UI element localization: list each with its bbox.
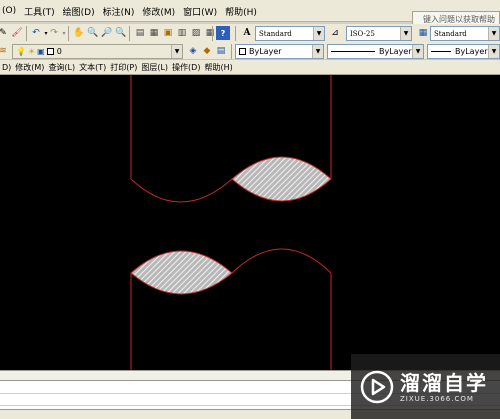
toolbar-separator: [212, 26, 213, 41]
menu-item-view[interactable]: (O): [0, 6, 20, 16]
dim-style-value: ISO-25: [350, 29, 375, 38]
menu2-item-operation[interactable]: 操作(D): [170, 62, 202, 73]
chevron-down-icon[interactable]: ▼: [313, 27, 324, 40]
brush-icon[interactable]: ✎: [0, 26, 10, 40]
text-style-select[interactable]: Standard ▼: [255, 26, 325, 41]
color-swatch-icon: [46, 48, 54, 55]
tool-palettes-icon[interactable]: ▣: [161, 26, 175, 40]
menu-item-window[interactable]: 窗口(W): [179, 5, 221, 18]
sun-icon: ☀: [27, 47, 36, 56]
menu-item-modify[interactable]: 修改(M): [138, 5, 179, 18]
menu-item-tools[interactable]: 工具(T): [20, 5, 59, 18]
lineweight-preview: [431, 51, 451, 52]
menu-item-help[interactable]: 帮助(H): [221, 5, 261, 18]
text-style-icon[interactable]: A: [240, 26, 254, 40]
standard-toolbar: ✎ 🖌 ↶ ▾ ↷ ▾ ✋ 🔍 🔎 🔍 ▤ ▦ ▣ ▥ ▨ ▦ ? A Stan…: [0, 24, 500, 43]
layer-select[interactable]: 💡 ☀ ▣ 0 ▼: [12, 44, 183, 59]
table-style-value: Standard: [434, 29, 467, 38]
menu-item-dimension[interactable]: 标注(N): [99, 5, 139, 18]
lineweight-select[interactable]: ByLayer ▼: [427, 44, 500, 59]
drawing-svg: [130, 75, 332, 370]
menu2-item-inquiry[interactable]: 查询(L): [46, 62, 77, 73]
text-style-value: Standard: [259, 29, 292, 38]
watermark-title: 溜溜自学: [400, 370, 488, 395]
table-style-icon[interactable]: ▦: [416, 26, 430, 40]
chevron-down-icon[interactable]: ▼: [488, 27, 499, 40]
lineweight-value: ByLayer: [455, 47, 488, 56]
menu2-item-draw[interactable]: D): [0, 63, 13, 72]
play-logo-icon: [360, 370, 394, 403]
zoom-window-icon[interactable]: 🔎: [100, 26, 114, 40]
menu2-item-modify[interactable]: 修改(M): [13, 62, 46, 73]
main-menubar: (O) 工具(T) 绘图(D) 标注(N) 修改(M) 窗口(W) 帮助(H) …: [0, 0, 500, 27]
chevron-down-icon[interactable]: ▼: [312, 45, 323, 58]
color-swatch-icon: [239, 48, 246, 55]
table-style-select[interactable]: Standard ▼: [430, 26, 500, 41]
chevron-down-icon[interactable]: ▼: [171, 45, 182, 58]
menu2-item-plot[interactable]: 打印(P): [108, 62, 139, 73]
linetype-select[interactable]: ByLayer ▼: [327, 44, 424, 59]
color-select[interactable]: ByLayer ▼: [235, 44, 324, 59]
layer-previous-icon[interactable]: ◆: [200, 44, 214, 58]
dim-style-icon[interactable]: ⊿: [328, 26, 342, 40]
toolbar-separator: [129, 26, 130, 41]
dim-style-select[interactable]: ISO-25 ▼: [346, 26, 412, 41]
drawing-canvas[interactable]: [0, 75, 500, 370]
menu2-item-text[interactable]: 文本(T): [77, 62, 108, 73]
make-current-layer-icon[interactable]: ◈: [186, 44, 200, 58]
menu2-item-layer[interactable]: 图层(L): [139, 62, 170, 73]
lower-wave-curve: [231, 248, 332, 274]
pan-icon[interactable]: ✋: [72, 26, 86, 40]
layers-toolbar: ≋ 💡 ☀ ▣ 0 ▼ ◈ ◆ ▤ ByLayer ▼ ByLayer ▼ By…: [0, 42, 500, 60]
secondary-menubar: D) 修改(M) 查询(L) 文本(T) 打印(P) 图层(L) 操作(D) 帮…: [0, 60, 500, 75]
upper-wave-curve: [130, 178, 233, 203]
menu-item-draw[interactable]: 绘图(D): [59, 5, 99, 18]
lightbulb-icon: 💡: [16, 47, 26, 56]
toolbar-separator: [68, 26, 69, 41]
watermark-text: 溜溜自学 ZIXUE.3066.COM: [400, 371, 488, 403]
zoom-previous-icon[interactable]: 🔍: [114, 26, 128, 40]
lock-icon: ▣: [37, 47, 45, 56]
properties-icon[interactable]: ▤: [133, 26, 147, 40]
design-center-icon[interactable]: ▦: [147, 26, 161, 40]
linetype-preview: [331, 51, 375, 52]
sheet-set-icon[interactable]: ▥: [175, 26, 189, 40]
zoom-realtime-icon[interactable]: 🔍: [86, 26, 100, 40]
markup-icon[interactable]: ▨: [189, 26, 203, 40]
layer-states-icon[interactable]: ▤: [214, 44, 228, 58]
lower-hatched-lens[interactable]: [130, 250, 233, 295]
layer-name: 0: [56, 47, 62, 56]
calculator-icon[interactable]: ▦: [203, 26, 217, 40]
menu-list: (O) 工具(T) 绘图(D) 标注(N) 修改(M) 窗口(W) 帮助(H): [0, 0, 261, 22]
linetype-value: ByLayer: [379, 47, 412, 56]
chevron-down-icon[interactable]: ▼: [488, 45, 499, 58]
toolbar-separator: [235, 26, 236, 41]
watermark: 溜溜自学 ZIXUE.3066.COM: [351, 354, 500, 419]
match-properties-icon[interactable]: 🖌: [10, 26, 24, 40]
color-value: ByLayer: [249, 47, 282, 56]
menu2-item-help[interactable]: 帮助(H): [202, 62, 234, 73]
watermark-url: ZIXUE.3066.COM: [400, 394, 474, 403]
toolbar-separator: [231, 44, 232, 59]
help-icon[interactable]: ?: [216, 26, 230, 40]
chevron-down-icon[interactable]: ▼: [412, 45, 423, 58]
layer-manager-icon[interactable]: ≋: [0, 44, 10, 58]
toolbar-separator: [26, 26, 27, 41]
upper-hatched-lens[interactable]: [231, 156, 332, 202]
chevron-down-icon[interactable]: ▼: [400, 27, 411, 40]
